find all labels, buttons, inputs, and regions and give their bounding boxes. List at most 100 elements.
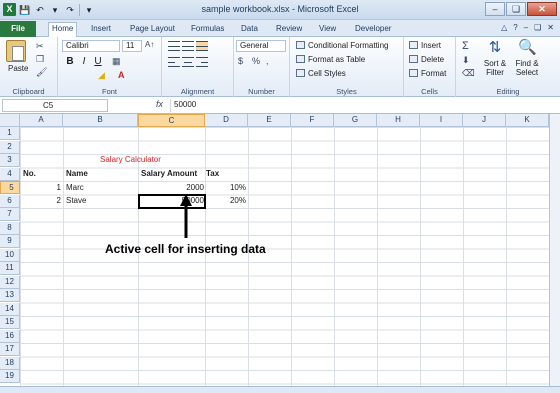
restore-button[interactable]: ❏ [506,2,526,16]
tab-file[interactable]: File [0,21,36,37]
font-family-select[interactable]: Calibri [62,40,120,52]
row-header-9[interactable]: 9 [0,235,20,248]
insert-cells-button[interactable]: Insert [409,40,441,51]
delete-cells-button[interactable]: Delete [409,54,444,65]
font-size-select[interactable]: 11 [122,40,142,52]
row-header-15[interactable]: 15 [0,316,20,329]
tab-data[interactable]: Data [238,23,261,35]
autosum-button[interactable]: Σ [462,40,469,52]
column-header-h[interactable]: H [377,114,420,127]
format-painter-icon[interactable]: 🖌 [36,67,47,78]
row-header-19[interactable]: 19 [0,370,20,383]
row-header-18[interactable]: 18 [0,356,20,370]
cell-a4[interactable]: 1 [20,182,61,194]
format-as-table-button[interactable]: Format as Table [296,54,365,65]
align-left-icon[interactable] [168,57,180,67]
format-cells-button[interactable]: Format [409,68,446,79]
comma-button[interactable]: , [266,56,269,66]
header-tax-cell[interactable]: Tax [206,168,219,180]
paste-icon[interactable] [6,40,26,62]
cell-d4[interactable]: 10% [205,182,246,194]
row-header-2[interactable]: 2 [0,140,20,154]
italic-button[interactable]: I [78,56,90,68]
minimize-button[interactable]: – [485,2,505,16]
tab-insert[interactable]: Insert [88,23,114,35]
window-min-icon[interactable]: – [524,23,528,32]
cell-a5[interactable]: 2 [20,195,61,207]
cell-b4[interactable]: Marc [66,182,84,194]
find-select-button[interactable]: 🔍 Find & Select [512,39,542,77]
row-header-14[interactable]: 14 [0,302,20,316]
conditional-formatting-button[interactable]: Conditional Formatting [296,40,388,51]
row-header-4[interactable]: 4 [0,167,20,181]
percent-button[interactable]: % [252,56,260,66]
formula-input[interactable]: 50000 [170,99,558,112]
align-center-icon[interactable] [182,57,194,67]
fill-icon[interactable]: ⬇ [462,55,470,66]
row-header-1[interactable]: 1 [0,127,20,140]
align-top-icon[interactable] [168,41,180,51]
sort-filter-button[interactable]: ⇅ Sort & Filter [480,39,510,77]
borders-icon[interactable]: ▦ [112,56,121,67]
number-format-select[interactable]: General [236,40,286,52]
row-header-12[interactable]: 12 [0,275,20,289]
sheet-tabs-bar[interactable] [0,386,560,393]
select-all-corner[interactable] [0,114,20,127]
column-header-i[interactable]: I [420,114,463,127]
row-header-13[interactable]: 13 [0,289,20,302]
copy-icon[interactable]: ❐ [36,54,44,65]
column-header-j[interactable]: J [463,114,506,127]
help-icon[interactable]: ? [513,23,517,32]
header-salary-cell[interactable]: Salary Amount [141,168,197,180]
active-cell-border[interactable] [138,194,206,209]
align-middle-icon[interactable] [182,41,194,51]
column-header-k[interactable]: K [506,114,549,127]
tab-page-layout[interactable]: Page Layout [127,23,178,35]
row-header-5[interactable]: 5 [0,181,20,194]
column-header-c[interactable]: C [138,114,205,127]
cell-styles-button[interactable]: Cell Styles [296,68,346,79]
name-box[interactable]: C5 [2,99,108,112]
header-no-cell[interactable]: No. [23,168,36,180]
header-name-cell[interactable]: Name [66,168,88,180]
row-header-6[interactable]: 6 [0,194,20,208]
row-header-17[interactable]: 17 [0,343,20,356]
row-header-11[interactable]: 11 [0,262,20,275]
window-restore-icon[interactable]: ❏ [534,23,541,32]
bold-button[interactable]: B [64,56,76,68]
cell-c4[interactable]: 2000 [138,182,204,194]
cell-d5[interactable]: 20% [205,195,246,207]
minimize-ribbon-icon[interactable]: △ [501,23,507,32]
row-header-16[interactable]: 16 [0,329,20,343]
paste-button[interactable]: Paste [8,64,28,73]
cut-icon[interactable]: ✂ [36,41,44,52]
row-header-10[interactable]: 10 [0,248,20,262]
row-header-7[interactable]: 7 [0,208,20,221]
underline-button[interactable]: U [92,56,104,68]
close-button[interactable]: ✕ [527,2,557,16]
worksheet-grid[interactable]: ABCDEFGHIJK 1 2 3 4 5 6 7 8 9 10 11 12 13 14 15 16 17 18 1… [0,114,560,386]
tab-view[interactable]: View [316,23,339,35]
column-header-d[interactable]: D [205,114,248,127]
row-header-3[interactable]: 3 [0,154,20,167]
cell-area[interactable]: Salary Calculator No. Name Salary Amount… [20,127,560,386]
align-right-icon[interactable] [196,57,208,67]
vertical-scrollbar[interactable] [549,114,560,386]
tab-review[interactable]: Review [273,23,305,35]
column-header-b[interactable]: B [63,114,138,127]
font-color-icon[interactable]: A [118,70,125,80]
currency-button[interactable]: $ [238,56,243,66]
column-header-a[interactable]: A [20,114,63,127]
window-close-icon[interactable]: ✕ [547,23,554,32]
insert-function-button[interactable]: fx [156,99,163,109]
align-bottom-icon[interactable] [196,41,208,51]
sheet-title-cell[interactable]: Salary Calculator [100,154,161,166]
tab-developer[interactable]: Developer [352,23,394,35]
grow-font-icon[interactable]: A↑ [145,40,154,49]
column-header-f[interactable]: F [291,114,334,127]
column-header-g[interactable]: G [334,114,377,127]
tab-home[interactable]: Home [48,22,78,37]
column-header-e[interactable]: E [248,114,291,127]
clear-icon[interactable]: ⌫ [462,68,475,79]
cell-b5[interactable]: Stave [66,195,86,207]
